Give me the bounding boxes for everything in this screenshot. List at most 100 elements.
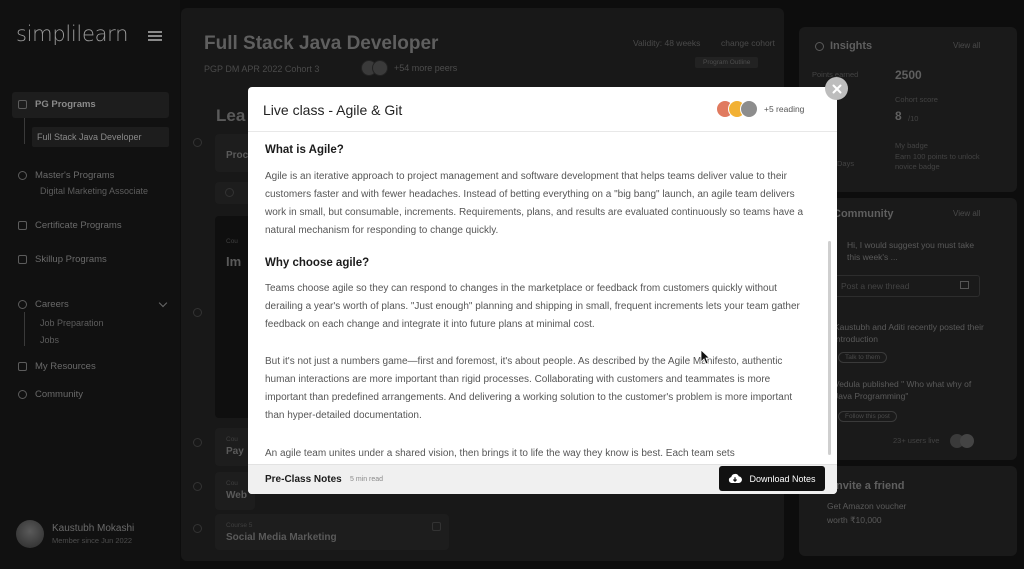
sidebar-item-job-preparation[interactable]: Job Preparation: [40, 318, 104, 328]
timeline-dot: [193, 482, 202, 491]
modal-footer: Pre-Class Notes 5 min read Download Note…: [248, 464, 837, 494]
section-heading: What is Agile?: [265, 144, 344, 156]
course-card[interactable]: Course 5 Social Media Marketing: [215, 514, 449, 550]
read-time: 5 min read: [350, 476, 384, 483]
peer-avatars: [361, 60, 388, 76]
modal-header: Live class - Agile & Git +5 reading: [248, 87, 837, 132]
footer-title: Pre-Class Notes: [265, 474, 342, 485]
peers-group[interactable]: +54 more peers: [361, 60, 457, 76]
timeline-dot: [193, 524, 202, 533]
paragraph: Teams choose agile so they can respond t…: [265, 283, 800, 330]
send-icon[interactable]: [960, 281, 969, 289]
graduation-cap-icon: [18, 100, 27, 109]
modal-body[interactable]: What is Agile? Agile is an iterative app…: [248, 133, 837, 464]
stat-label: Cohort score: [895, 95, 938, 104]
sidebar-item-certificate-programs[interactable]: Certificate Programs: [18, 220, 122, 231]
users-live: 23+ users live: [893, 436, 940, 445]
invite-line: Get Amazon voucher: [827, 501, 907, 511]
card-small-label: Cou: [226, 480, 238, 487]
badge-description: Earn 100 points to unlock novice badge: [895, 152, 980, 171]
download-notes-button[interactable]: Download Notes: [719, 466, 825, 491]
cloud-download-icon: [729, 473, 743, 484]
timeline-dot: [193, 308, 202, 317]
download-notes-label: Download Notes: [749, 473, 816, 484]
paragraph: But it's not just a numbers game—first a…: [265, 356, 793, 421]
card-small-label: Cou: [226, 238, 238, 245]
insights-title: Insights: [815, 40, 872, 52]
avatar: [16, 520, 44, 548]
chevron-down-icon[interactable]: [158, 298, 168, 308]
sidebar-item-pg-programs[interactable]: PG Programs: [18, 99, 96, 110]
sidebar-item-community[interactable]: Community: [18, 389, 83, 400]
stat-value: 2500: [895, 68, 922, 82]
paragraph: Agile is an iterative approach to projec…: [265, 171, 804, 236]
sidebar-item-label: My Resources: [35, 361, 96, 372]
new-thread-input[interactable]: Post a new thread: [832, 275, 980, 297]
community-message[interactable]: Hi, I would suggest you must take this w…: [847, 239, 977, 263]
people-icon: [815, 41, 824, 51]
paragraph: An agile team unites under a shared visi…: [265, 448, 735, 459]
follow-post-button[interactable]: Follow this post: [838, 411, 897, 422]
certificate-icon: [18, 221, 27, 230]
insights-view-all-link[interactable]: View all: [953, 41, 1010, 50]
insights-title-text: Insights: [830, 40, 873, 52]
mouse-cursor-icon: [700, 349, 710, 365]
program-outline-button[interactable]: Program Outline: [695, 57, 759, 68]
timeline-dot: [193, 438, 202, 447]
sidebar-item-label: Skillup Programs: [35, 254, 107, 265]
sidebar-item-digital-marketing[interactable]: Digital Marketing Associate: [40, 186, 148, 196]
book-icon: [18, 362, 27, 371]
sidebar-item-skillup-programs[interactable]: Skillup Programs: [18, 254, 107, 265]
sidebar-item-masters-programs[interactable]: Master's Programs: [18, 170, 114, 181]
card-title: Im: [226, 254, 242, 269]
page-title: Full Stack Java Developer: [204, 33, 439, 54]
user-member-since: Member since Jun 2022: [52, 536, 133, 545]
talk-to-them-button[interactable]: Talk to them: [838, 352, 888, 363]
sidebar-item-label: Certificate Programs: [35, 220, 122, 231]
cohort-label: PGP DM APR 2022 Cohort 3: [204, 64, 320, 74]
avatar: [740, 100, 758, 118]
sidebar-item-full-stack-java[interactable]: Full Stack Java Developer: [32, 127, 169, 147]
change-cohort-link[interactable]: change cohort: [721, 38, 775, 48]
readers-group[interactable]: +5 reading: [716, 100, 804, 118]
sidebar-item-my-resources[interactable]: My Resources: [18, 361, 96, 372]
card-title: Social Media Marketing: [226, 532, 337, 543]
simplilearn-logo[interactable]: simplilearn: [16, 22, 128, 46]
card-title: Pay: [226, 446, 244, 457]
close-modal-button[interactable]: [825, 77, 848, 100]
validity-text: Validity: 48 weeks: [633, 38, 701, 48]
close-icon: [832, 84, 841, 93]
modal-title: Live class - Agile & Git: [263, 102, 403, 118]
section-heading: Lea: [216, 106, 246, 125]
card-title: Proc: [226, 150, 249, 161]
card-title: Web: [226, 490, 247, 501]
info-icon: [225, 188, 234, 197]
user-name: Kaustubh Mokashi: [52, 523, 135, 534]
community-view-all-link[interactable]: View all: [953, 209, 1010, 218]
tree-line: [24, 118, 25, 144]
activity-item: Kaustubh and Aditi recently posted their…: [834, 322, 984, 344]
stat-value: 8: [895, 109, 902, 123]
lock-icon: [432, 522, 441, 531]
tree-line: [24, 312, 25, 346]
invite-line: worth ₹10,000: [827, 515, 882, 525]
sidebar-item-jobs[interactable]: Jobs: [40, 335, 59, 345]
card-small-label: Course 5: [226, 522, 253, 529]
user-profile[interactable]: Kaustubh Mokashi Member since Jun 2022: [16, 520, 134, 548]
briefcase-icon: [18, 300, 27, 309]
people-icon: [18, 390, 27, 399]
live-user-avatars: [950, 434, 974, 448]
peers-count: +54 more peers: [394, 63, 458, 73]
reading-count: +5 reading: [764, 104, 805, 114]
stat-suffix: /10: [908, 114, 919, 123]
activity-item: Vedula published " Who what why of Java …: [834, 379, 972, 401]
sidebar-item-label: Community: [35, 389, 84, 400]
scrollbar[interactable]: [828, 241, 831, 455]
sidebar-item-careers[interactable]: Careers: [18, 299, 69, 310]
invite-title: Invite a friend: [833, 480, 905, 492]
sidebar-item-label: PG Programs: [35, 99, 96, 110]
hamburger-menu-icon[interactable]: [148, 31, 162, 41]
timeline-dot: [193, 138, 202, 147]
community-title: Community: [833, 208, 894, 220]
stat-value: Days: [837, 159, 855, 168]
